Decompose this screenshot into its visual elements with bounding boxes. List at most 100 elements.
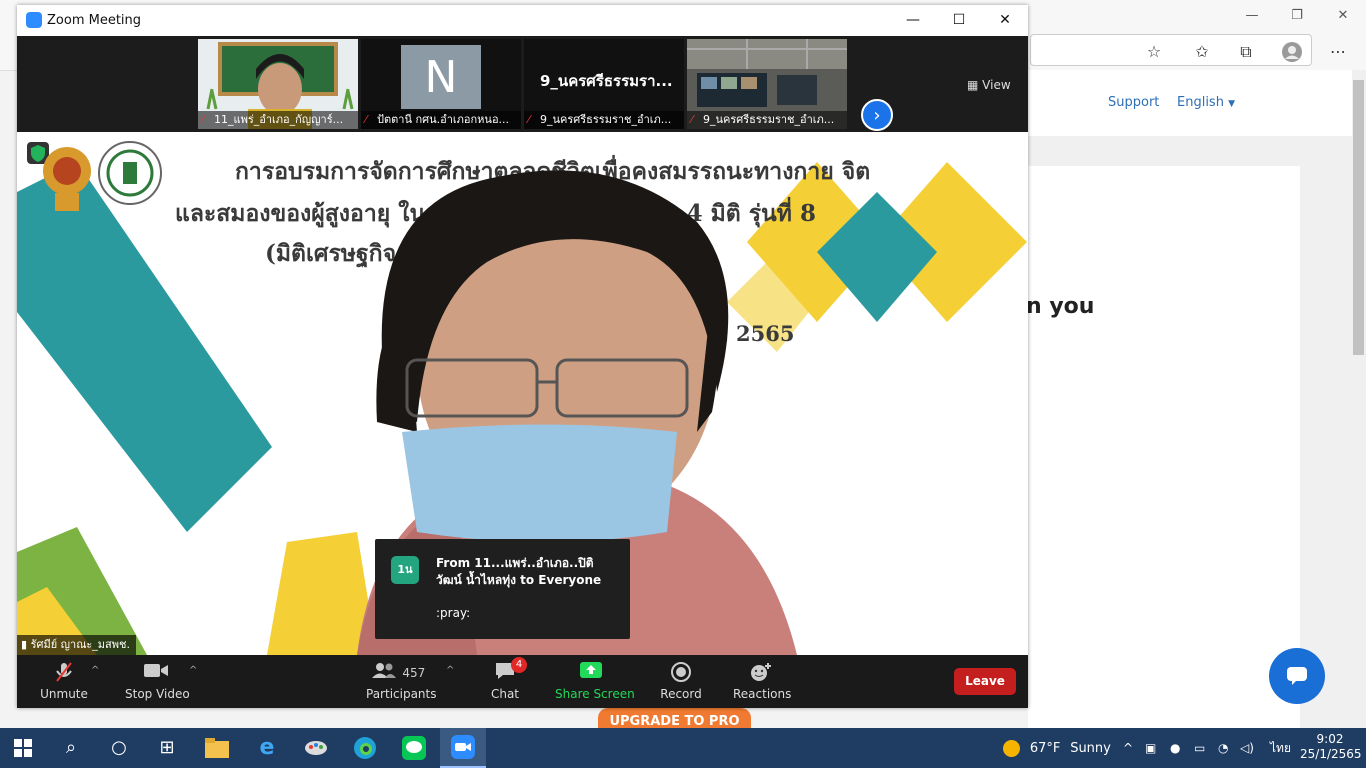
restore-icon[interactable]: ❐ <box>1285 8 1309 26</box>
windows-start-icon[interactable] <box>0 728 46 768</box>
minimize-icon[interactable]: — <box>903 12 923 28</box>
task-view-icon[interactable]: ⊞ <box>144 728 190 768</box>
chat-label: Chat <box>490 687 520 701</box>
video-thumbnail-strip: ⁄ 11_แพร่_อำเภอ_กัญญาร์... N ⁄ ปัตตานี กศน… <box>17 36 1028 132</box>
view-button[interactable]: ▦ View <box>967 78 1011 92</box>
participant-name: ⁄ 11_แพร่_อำเภอ_กัญญาร์... <box>198 111 358 129</box>
chat-message: :pray: <box>436 606 471 620</box>
cortana-icon[interactable]: ○ <box>96 728 142 768</box>
participant-thumbnail[interactable]: ⁄ 9_นครศรีธรรมราช_อำเภ... <box>687 39 847 129</box>
unmute-label: Unmute <box>40 687 88 701</box>
profile-icon[interactable] <box>1281 42 1303 62</box>
chat-notification[interactable]: 1น From 11...แพร่..อำเภอ..ปิติวัฒน์ น้ำไ… <box>375 539 630 639</box>
language-label: English <box>1177 95 1224 110</box>
meeting-toolbar: Unmute ^ Stop Video ^ 457 Participants ^… <box>17 655 1028 708</box>
share-screen-icon <box>555 661 627 685</box>
minimize-icon[interactable]: — <box>1240 8 1264 26</box>
participant-name: ⁄ 9_นครศรีธรรมราช_อำเภ... <box>524 111 684 129</box>
clock-time: 9:02 <box>1316 732 1344 746</box>
address-bar[interactable] <box>1030 34 1312 66</box>
sun-icon <box>1003 740 1020 757</box>
support-link[interactable]: Support <box>1108 95 1159 110</box>
participant-thumbnail[interactable]: N ⁄ ปัตตานี กศน.อำเภอกหนอ... <box>361 39 521 129</box>
internet-explorer-icon[interactable]: e <box>244 728 290 768</box>
language-selector[interactable]: English ▼ <box>1177 95 1235 110</box>
page-headline: n you <box>1026 294 1095 319</box>
search-icon[interactable]: ⌕ <box>48 728 94 768</box>
share-screen-label: Share Screen <box>555 687 635 701</box>
more-menu-icon[interactable]: ⋯ <box>1327 42 1349 61</box>
zoom-app-icon[interactable] <box>440 728 486 768</box>
participants-button[interactable]: 457 Participants <box>366 661 437 705</box>
record-button[interactable]: Record <box>660 661 702 705</box>
participant-avatar: N <box>401 45 481 109</box>
participant-name: ⁄ 9_นครศรีธรรมราช_อำเภ... <box>687 111 847 129</box>
scrollbar-thumb[interactable] <box>1353 80 1364 355</box>
chat-sender-avatar: 1น <box>391 556 419 584</box>
collections-icon[interactable]: ⧉ <box>1235 42 1257 61</box>
clock[interactable]: 9:02 25/1/2565 <box>1300 728 1362 768</box>
meet-now-icon[interactable]: ▣ <box>1145 728 1156 768</box>
show-hidden-icons-icon[interactable]: ^ <box>1123 728 1133 768</box>
weather-temperature: 67°F <box>1029 741 1061 756</box>
record-label: Record <box>660 687 702 701</box>
close-icon[interactable]: ✕ <box>1331 8 1355 26</box>
unmute-button[interactable]: Unmute <box>39 661 89 705</box>
wifi-icon[interactable]: ◔ <box>1218 728 1228 768</box>
weather-condition: Sunny <box>1070 741 1111 756</box>
participants-label: Participants <box>366 687 437 701</box>
zoom-meeting-window: Zoom Meeting — ☐ ✕ ⁄ 11_แพร่_อำเภอ_กัญญาร… <box>17 5 1028 708</box>
video-camera-icon <box>125 661 187 685</box>
favorites-icon[interactable]: ✩ <box>1191 42 1213 61</box>
next-page-button[interactable]: › <box>861 99 893 131</box>
clock-date: 25/1/2565 <box>1300 747 1362 761</box>
microphone-icon[interactable]: ● <box>1170 728 1180 768</box>
weather-widget[interactable]: 67°F Sunny <box>1003 728 1111 768</box>
support-chat-button[interactable] <box>1269 648 1325 704</box>
participants-count: 457 <box>402 666 426 680</box>
leave-button[interactable]: Leave <box>954 668 1016 695</box>
participants-icon: 457 <box>366 661 430 685</box>
smiley-plus-icon <box>733 661 789 685</box>
maximize-icon[interactable]: ☐ <box>949 12 969 28</box>
muted-mic-icon: ⁄ <box>528 113 530 126</box>
window-title: Zoom Meeting <box>47 13 142 28</box>
add-favorite-icon[interactable]: ☆ <box>1143 42 1165 61</box>
input-language[interactable]: ไทย <box>1270 728 1291 768</box>
participant-name: ⁄ ปัตตานี กศน.อำเภอกหนอ... <box>361 111 521 129</box>
stop-video-button[interactable]: Stop Video <box>125 661 190 705</box>
view-label: View <box>982 78 1011 92</box>
muted-mic-icon: ⁄ <box>691 113 693 126</box>
chevron-up-icon[interactable]: ^ <box>189 665 197 676</box>
paint-app-icon[interactable] <box>293 728 339 768</box>
chevron-down-icon: ▼ <box>1228 99 1236 109</box>
agency-seal-icon <box>98 141 162 205</box>
participant-thumbnail[interactable]: 9_นครศรีธรรมรา... ⁄ 9_นครศรีธรรมราช_อำเภ.… <box>524 39 684 129</box>
speaker-name: รัศมีย์ ญาณะ_มสพช. <box>30 638 130 651</box>
speaker-name-tag: ▮ รัศมีย์ ญาณะ_มสพช. <box>17 635 136 655</box>
muted-mic-icon: ⁄ <box>365 113 367 126</box>
close-icon[interactable]: ✕ <box>995 12 1015 28</box>
chevron-right-icon: › <box>873 105 881 126</box>
chevron-up-icon[interactable]: ^ <box>446 665 454 676</box>
chat-sender: From 11...แพร่..อำเภอ..ปิติวัฒน์ น้ำไหลท… <box>436 556 602 587</box>
chat-bubble-icon <box>1287 667 1307 685</box>
window-titlebar: Zoom Meeting — ☐ ✕ <box>17 5 1028 37</box>
file-explorer-icon[interactable] <box>194 728 240 768</box>
volume-icon[interactable]: ◁) <box>1240 728 1254 768</box>
edge-browser-icon[interactable] <box>342 728 388 768</box>
battery-icon[interactable]: ▭ <box>1194 728 1205 768</box>
chat-button[interactable]: 4 Chat <box>487 657 527 705</box>
muted-mic-icon: ⁄ <box>202 113 204 126</box>
ministry-emblem-icon <box>43 147 91 211</box>
share-screen-button[interactable]: Share Screen <box>555 661 635 705</box>
chat-icon: 4 <box>487 657 527 685</box>
participant-thumbnail[interactable]: ⁄ 11_แพร่_อำเภอ_กัญญาร์... <box>198 39 358 129</box>
signal-icon: ▮ <box>21 638 28 651</box>
reactions-button[interactable]: Reactions <box>733 661 791 705</box>
stop-video-label: Stop Video <box>125 687 190 701</box>
line-app-icon[interactable] <box>391 728 437 768</box>
muted-mic-icon <box>39 661 89 685</box>
chevron-up-icon[interactable]: ^ <box>91 665 99 676</box>
participant-name-tile: 9_นครศรีธรรมรา... <box>540 72 673 90</box>
